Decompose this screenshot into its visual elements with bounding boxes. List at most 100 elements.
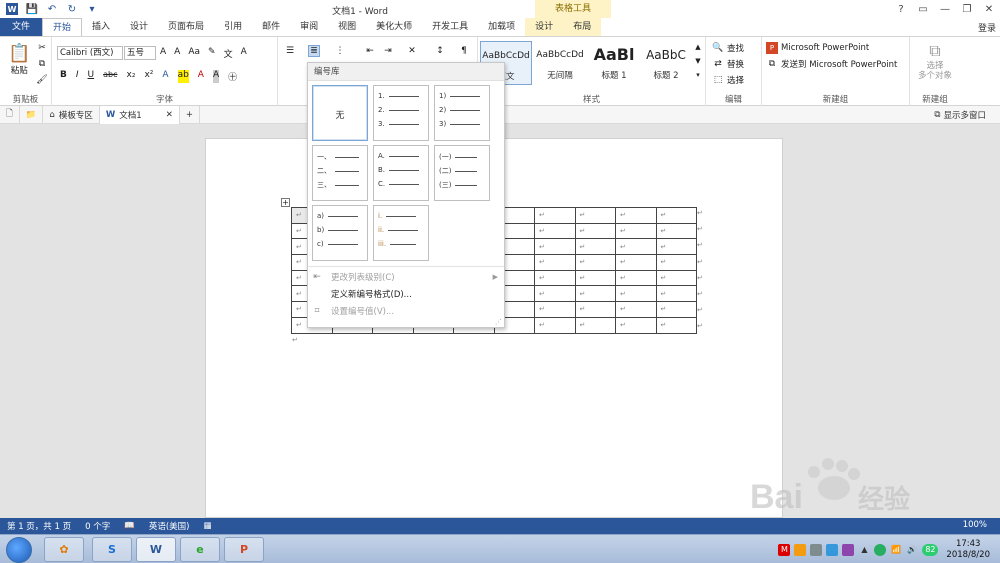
- table-cell[interactable]: ↵: [655, 238, 697, 256]
- redo-icon[interactable]: ↻: [66, 3, 78, 15]
- table-cell[interactable]: ↵: [655, 222, 697, 240]
- numbering-roman-option[interactable]: i. ii. iii.: [373, 205, 429, 261]
- find-button[interactable]: 🔍 查找: [712, 42, 744, 54]
- table-cell[interactable]: ↵: [615, 238, 657, 256]
- paste-button[interactable]: 📋 粘贴: [8, 43, 30, 76]
- style-heading-2[interactable]: AaBbC 标题 2: [640, 41, 692, 85]
- tray-icon-3[interactable]: [810, 543, 823, 556]
- start-button[interactable]: [6, 537, 32, 563]
- network-icon[interactable]: 📶: [890, 544, 902, 556]
- add-tab-button[interactable]: +: [180, 105, 200, 124]
- tab-table-layout[interactable]: 布局: [563, 18, 602, 36]
- table-cell[interactable]: ↵: [615, 316, 657, 334]
- tray-app-icon[interactable]: M: [778, 543, 791, 556]
- table-cell[interactable]: ↵: [534, 301, 576, 318]
- bold-button[interactable]: B: [60, 70, 67, 83]
- numbering-chinese-paren-option[interactable]: (一) (二) (三): [434, 145, 490, 201]
- save-icon[interactable]: 💾: [26, 3, 38, 15]
- decrease-indent-icon[interactable]: ⇤: [364, 45, 376, 57]
- restore-button[interactable]: ❐: [956, 4, 978, 15]
- table-cell[interactable]: ↵: [534, 285, 576, 303]
- table-cell[interactable]: ↵: [574, 285, 616, 303]
- text-effects-button[interactable]: A: [162, 70, 168, 83]
- table-cell[interactable]: ↵: [574, 254, 616, 271]
- zoom-level[interactable]: 100%: [956, 520, 994, 530]
- taskbar-app-1[interactable]: ✿: [44, 537, 84, 562]
- powerpoint-button[interactable]: P Microsoft PowerPoint: [766, 42, 869, 54]
- styles-more-icon[interactable]: ▾: [692, 69, 704, 81]
- phonetic-guide-button[interactable]: 文: [224, 47, 233, 60]
- table-cell[interactable]: ↵: [574, 316, 616, 334]
- select-button[interactable]: ⬚ 选择: [712, 74, 744, 86]
- tray-icon-2[interactable]: [794, 543, 807, 556]
- style-no-spacing[interactable]: AaBbCcDd 无间隔: [534, 41, 586, 85]
- styles-scroll-up-icon[interactable]: ▲: [692, 41, 704, 53]
- doc-tab-templates[interactable]: ⌂ 模板专区: [43, 105, 100, 124]
- table-move-handle[interactable]: +: [281, 198, 290, 207]
- tab-home[interactable]: 开始: [42, 18, 83, 36]
- login-link[interactable]: 登录: [978, 21, 996, 34]
- tab-file[interactable]: 文件: [0, 18, 42, 36]
- customize-chevron-icon[interactable]: ▾: [86, 3, 98, 15]
- table-cell[interactable]: ↵: [574, 222, 616, 240]
- numbering-lower-alpha-option[interactable]: a) b) c): [312, 205, 368, 261]
- tab-references[interactable]: 引用: [214, 18, 252, 36]
- taskbar-app-sogou[interactable]: S: [92, 537, 132, 562]
- clear-format-button[interactable]: ✎: [208, 47, 216, 60]
- show-marks-icon[interactable]: ¶: [458, 45, 470, 57]
- show-hidden-icons-icon[interactable]: ▲: [858, 544, 870, 556]
- close-button[interactable]: ✕: [978, 4, 1000, 15]
- numbering-arabic-paren-option[interactable]: 1) 2) 3): [434, 85, 490, 141]
- table-cell[interactable]: ↵: [574, 269, 616, 287]
- table-cell[interactable]: ↵: [655, 254, 697, 271]
- tray-icon-4[interactable]: [826, 543, 839, 556]
- table-cell[interactable]: ↵: [615, 222, 657, 240]
- tab-addins[interactable]: 加载项: [478, 18, 525, 36]
- superscript-button[interactable]: x²: [144, 70, 153, 83]
- grow-font-button[interactable]: A: [160, 47, 166, 60]
- doc-tab-document1[interactable]: W 文档1 ✕: [99, 105, 180, 124]
- table-cell[interactable]: ↵: [574, 207, 616, 224]
- help-button[interactable]: ?: [890, 4, 912, 15]
- word-count[interactable]: 0 个字: [78, 520, 117, 532]
- char-shading-button[interactable]: A: [212, 70, 220, 83]
- font-color-button[interactable]: A: [198, 70, 204, 83]
- subscript-button[interactable]: x₂: [127, 70, 136, 83]
- copy-icon[interactable]: ⧉: [36, 58, 48, 70]
- tab-design[interactable]: 设计: [120, 18, 158, 36]
- tray-icon-5[interactable]: [842, 543, 855, 556]
- tab-table-design[interactable]: 设计: [525, 18, 564, 36]
- numbering-icon[interactable]: ≣: [308, 45, 320, 57]
- show-multi-window-button[interactable]: ⧉ 显示多窗口: [934, 109, 986, 121]
- table-cell[interactable]: ↵: [655, 207, 697, 224]
- taskbar-word[interactable]: W: [136, 537, 176, 562]
- table-cell[interactable]: ↵: [655, 285, 697, 303]
- font-size-combo[interactable]: 五号: [124, 46, 156, 60]
- table-cell[interactable]: ↵: [655, 301, 697, 318]
- taskbar-powerpoint[interactable]: P: [224, 537, 264, 562]
- tab-view[interactable]: 视图: [328, 18, 366, 36]
- table-cell[interactable]: ↵: [534, 316, 576, 334]
- multilevel-list-icon[interactable]: ⋮: [334, 45, 346, 57]
- undo-icon[interactable]: ↶: [46, 3, 58, 15]
- resize-grip-icon[interactable]: ⋰: [495, 318, 502, 326]
- send-to-powerpoint-button[interactable]: ⧉ 发送到 Microsoft PowerPoint: [766, 58, 898, 70]
- table-cell[interactable]: ↵: [655, 316, 697, 334]
- tray-security-icon[interactable]: [874, 543, 887, 556]
- table-cell[interactable]: ↵: [534, 269, 576, 287]
- table-cell[interactable]: ↵: [534, 222, 576, 240]
- volume-icon[interactable]: 🔊: [906, 544, 918, 556]
- tray-badge[interactable]: 82: [922, 543, 939, 556]
- char-border-button[interactable]: A: [241, 47, 247, 60]
- tab-mailings[interactable]: 邮件: [252, 18, 290, 36]
- font-name-combo[interactable]: Calibri (西文): [57, 46, 123, 60]
- close-tab-icon[interactable]: ✕: [166, 110, 173, 120]
- table-cell[interactable]: ↵: [574, 301, 616, 318]
- table-cell[interactable]: ↵: [615, 207, 657, 224]
- proofing-icon[interactable]: 📖: [117, 521, 142, 531]
- format-painter-icon[interactable]: 🖌: [36, 74, 48, 86]
- numbering-none-option[interactable]: 无: [312, 85, 368, 141]
- table-cell[interactable]: ↵: [615, 285, 657, 303]
- system-clock[interactable]: 17:43 2018/8/20: [942, 539, 994, 561]
- table-cell[interactable]: ↵: [534, 207, 576, 224]
